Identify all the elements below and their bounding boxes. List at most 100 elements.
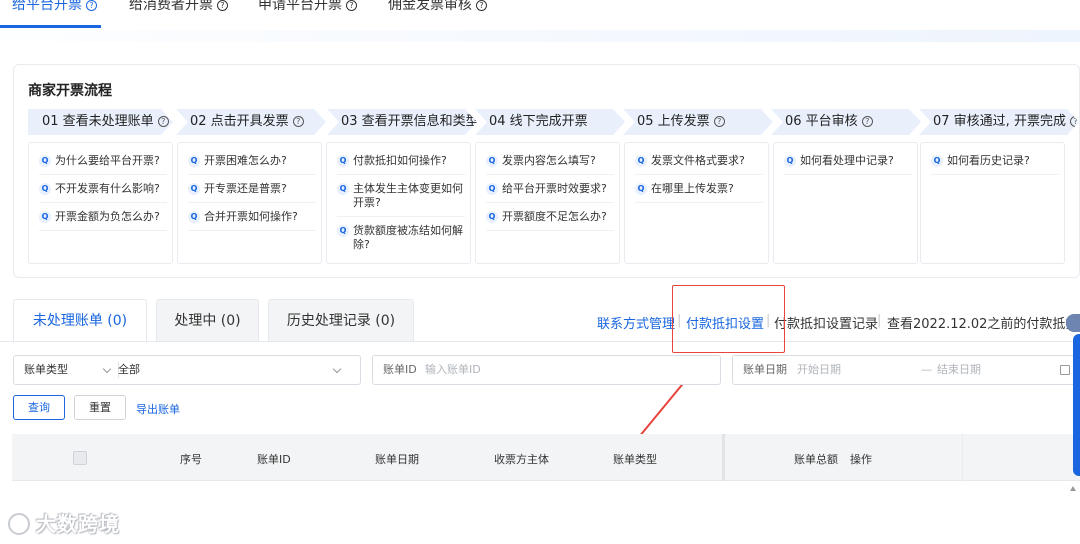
header-band [0, 30, 1080, 42]
faq-column-6: Q 如何看处理中记录? [773, 142, 918, 264]
bill-id-field[interactable]: 账单ID 输入账单ID [372, 355, 721, 385]
faq-item[interactable]: Q 开专票还是普票? [188, 182, 316, 203]
question-icon: Q [337, 183, 349, 195]
active-tab-indicator [0, 25, 101, 28]
col-bill-id: 账单ID [257, 453, 291, 466]
tab-processing[interactable]: 处理中 (0) [156, 299, 259, 341]
question-icon: Q [39, 155, 51, 167]
tab-unprocessed-bills[interactable]: 未处理账单 (0) [13, 299, 147, 342]
faq-column-1: Q 为什么要给平台开票? Q 不开发票有什么影响? Q 开票金额为负怎么办? [28, 142, 173, 264]
faq-item[interactable]: Q 开票困难怎么办? [188, 154, 316, 175]
invoice-flow-card: 商家开票流程 01 查看未处理账单? 02 点击开具发票? 03 查看开票信息和… [13, 64, 1080, 278]
help-icon[interactable]: ? [158, 116, 169, 127]
bills-table-header: 序号 账单ID 账单日期 收票方主体 账单类型 账单总额 操作 [12, 434, 1080, 481]
history-deduction-link[interactable]: 查看2022.12.02之前的付款抵扣记录 [887, 313, 1080, 332]
faq-item[interactable]: Q 为什么要给平台开票? [39, 154, 167, 175]
side-float-panel[interactable] [1073, 334, 1080, 476]
question-icon: Q [337, 225, 349, 237]
question-icon: Q [39, 183, 51, 195]
bill-date-range[interactable]: 账单日期 开始日期 — 结束日期 [732, 355, 1080, 385]
flow-step-5: 05 上传发票? [623, 109, 773, 135]
question-icon: Q [337, 155, 349, 167]
faq-item[interactable]: Q 发票内容怎么填写? [486, 154, 614, 175]
side-toggle-handle[interactable] [1066, 314, 1080, 332]
question-icon: Q [188, 155, 200, 167]
faq-item[interactable]: Q 合并开票如何操作? [188, 210, 316, 231]
col-payee: 收票方主体 [494, 453, 549, 466]
end-date-input[interactable]: 结束日期 [937, 356, 981, 384]
watermark: 大数跨境 [8, 508, 120, 537]
help-icon[interactable]: ? [862, 116, 873, 127]
faq-item[interactable]: Q 如何看处理中记录? [784, 154, 912, 175]
flow-step-6: 06 平台审核? [771, 109, 921, 135]
reset-button[interactable]: 重置 [74, 395, 126, 420]
faq-item[interactable]: Q 货款额度被冻结如何解除? [337, 224, 465, 258]
faq-column-4: Q 发票内容怎么填写? Q 给平台开票时效要求? Q 开票额度不足怎么办? [475, 142, 620, 264]
start-date-input[interactable]: 开始日期 [797, 356, 841, 384]
bill-id-placeholder: 输入账单ID [425, 363, 481, 376]
faq-item[interactable]: Q 主体发生主体变更如何开票? [337, 182, 465, 217]
help-icon[interactable]: ? [714, 116, 725, 127]
flow-title: 商家开票流程 [28, 83, 112, 99]
tab-commission-invoice-review[interactable]: 佣金发票审核? [388, 0, 487, 17]
question-icon: Q [39, 211, 51, 223]
export-bills-link[interactable]: 导出账单 [136, 401, 180, 417]
annotation-highlight-box [672, 285, 785, 353]
col-bill-date: 账单日期 [375, 453, 419, 466]
col-total: 账单总额 [794, 453, 838, 466]
question-icon: Q [784, 155, 796, 167]
faq-item[interactable]: Q 开票金额为负怎么办? [39, 210, 167, 231]
question-icon: Q [486, 183, 498, 195]
help-icon[interactable]: ? [476, 0, 487, 11]
tab-history-records[interactable]: 历史处理记录 (0) [268, 299, 414, 341]
faq-item[interactable]: Q 付款抵扣如何操作? [337, 154, 465, 175]
faq-column-5: Q 发票文件格式要求? Q 在哪里上传发票? [624, 142, 769, 264]
faq-item[interactable]: Q 在哪里上传发票? [635, 182, 763, 203]
column-divider [962, 434, 963, 481]
help-icon[interactable]: ? [293, 116, 304, 127]
faq-item[interactable]: Q 开票额度不足怎么办? [486, 210, 614, 231]
question-icon: Q [486, 211, 498, 223]
help-icon[interactable]: ? [346, 0, 357, 11]
question-icon: Q [486, 155, 498, 167]
question-icon: Q [635, 183, 647, 195]
tab-apply-platform-invoice[interactable]: 申请平台开票? [258, 0, 357, 17]
col-seq: 序号 [180, 453, 202, 466]
help-icon[interactable]: ? [1070, 116, 1080, 127]
select-all-checkbox[interactable] [73, 451, 87, 465]
col-bill-type: 账单类型 [613, 453, 657, 466]
faq-item[interactable]: Q 给平台开票时效要求? [486, 182, 614, 203]
chevron-down-icon [332, 364, 342, 374]
link-separator: | [877, 313, 882, 328]
watermark-logo-icon [8, 513, 30, 535]
question-icon: Q [188, 183, 200, 195]
scroll-up-icon[interactable] [1069, 485, 1077, 493]
tab-consumer-invoice[interactable]: 给消费者开票? [129, 0, 228, 17]
contact-management-link[interactable]: 联系方式管理 [597, 313, 675, 332]
flow-step-2: 02 点击开具发票? [176, 109, 326, 135]
question-icon: Q [931, 155, 943, 167]
question-icon: Q [188, 211, 200, 223]
chevron-down-icon [102, 364, 112, 374]
bill-type-select[interactable]: 账单类型 全部 [13, 355, 361, 385]
flow-step-7: 07 审核通过, 开票完成? [919, 109, 1079, 135]
flow-step-4: 04 线下完成开票 [475, 109, 625, 135]
faq-column-7: Q 如何看历史记录? [920, 142, 1065, 264]
help-icon[interactable]: ? [86, 0, 97, 11]
fixed-column-divider [722, 434, 725, 481]
tab-platform-invoice[interactable]: 给平台开票? [12, 0, 97, 17]
date-range-separator: — [921, 363, 932, 376]
faq-item[interactable]: Q 发票文件格式要求? [635, 154, 763, 175]
flow-step-1: 01 查看未处理账单? [28, 109, 173, 135]
help-icon[interactable]: ? [217, 0, 228, 11]
flow-step-3: 03 查看开票信息和类型 [327, 109, 477, 135]
col-action: 操作 [850, 453, 872, 466]
faq-item[interactable]: Q 如何看历史记录? [931, 154, 1059, 175]
tab-divider [0, 341, 1080, 342]
calendar-icon[interactable] [1060, 365, 1070, 375]
query-button[interactable]: 查询 [13, 395, 65, 420]
question-icon: Q [635, 155, 647, 167]
deduction-settings-record-link[interactable]: 付款抵扣设置记录 [774, 313, 878, 332]
faq-item[interactable]: Q 不开发票有什么影响? [39, 182, 167, 203]
bill-type-value: 全部 [118, 363, 140, 376]
